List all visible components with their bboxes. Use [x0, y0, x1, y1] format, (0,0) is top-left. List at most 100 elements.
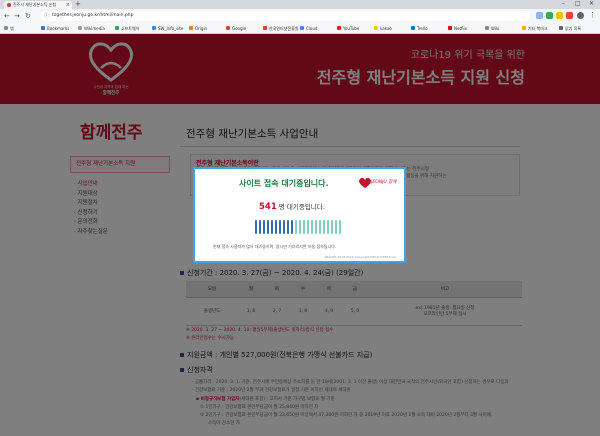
progress-segment: [335, 220, 337, 234]
tab-title: 전주시 재난기본소득 신청: [13, 2, 57, 7]
bookmark-icon: [337, 26, 341, 30]
modal-message: 현재 접속 사용자가 많아 대기중이며, 잠시만 기다리시면 자동 접속됩니다.: [213, 244, 337, 249]
bookmark-icon: [226, 26, 230, 30]
progress-segment: [319, 220, 321, 234]
back-icon[interactable]: ←: [4, 11, 10, 21]
bookmark-label: Wiki: [491, 26, 500, 31]
bookmark-item[interactable]: Cloud: [300, 25, 317, 32]
progress-segment: [279, 220, 281, 234]
reload-icon[interactable]: ↻: [25, 11, 31, 21]
bookmark-item[interactable]: Wikimedia: [78, 25, 105, 32]
bookmark-label: Bookmarks: [47, 26, 70, 31]
new-tab-icon[interactable]: +: [75, 0, 81, 8]
bookmark-icon: [374, 26, 378, 30]
address-url: together.jeonju.go.kr/html/main.php: [52, 13, 134, 18]
bookmark-icon: [152, 26, 156, 30]
progress-segment: [259, 220, 261, 234]
bookmark-label: Trello: [417, 26, 428, 31]
bookmark-icon: [522, 26, 526, 30]
close-window-icon[interactable]: ×: [589, 0, 594, 8]
bookmark-icon: [189, 26, 193, 30]
progress-segment: [339, 220, 341, 234]
progress-segment: [267, 220, 269, 234]
bookmark-item[interactable]: Google: [226, 25, 246, 32]
bookmark-icon: [300, 26, 304, 30]
progress-segment: [263, 220, 265, 234]
bookmark-label: Wikimedia: [84, 26, 105, 31]
waiting-modal: 사이트 접속 대기중입니다. JEONJU 함께 541 명 대기중입니다. 현…: [193, 167, 406, 263]
bookmark-label: 읽기 목록: [565, 26, 581, 31]
bookmark-icon: [559, 26, 563, 30]
profile-avatar-icon[interactable]: [577, 12, 584, 19]
extension-icon[interactable]: [536, 12, 543, 19]
bookmark-label: 앱: [10, 26, 14, 31]
bookmark-label: YouTube: [343, 26, 360, 31]
bookmark-item[interactable]: 소프트웨어: [115, 25, 139, 32]
wait-count: 541: [259, 202, 277, 212]
progress-segment: [327, 220, 329, 234]
bookmark-item[interactable]: Netflix: [448, 25, 467, 32]
progress-segment: [315, 220, 317, 234]
bookmark-icon: [411, 26, 415, 30]
info-icon: ⓘ: [44, 13, 50, 19]
progress-segment: [331, 220, 333, 234]
minimize-icon[interactable]: –: [562, 0, 565, 8]
bookmark-item[interactable]: Wiki: [485, 25, 499, 32]
bookmark-icon: [263, 26, 267, 30]
bookmark-icon: [4, 26, 8, 30]
bookmark-label: Google: [232, 26, 247, 31]
progress-segment: [311, 220, 313, 234]
bookmark-item[interactable]: SW_Info_site: [152, 25, 183, 32]
bookmark-item[interactable]: 한국인터넷진흥원: [263, 25, 298, 32]
tab-close-icon[interactable]: ×: [66, 1, 70, 9]
browser-toolbar: ← → ↻ ⓘ together.jeonju.go.kr/html/main.…: [0, 9, 600, 23]
progress-segment: [299, 220, 301, 234]
bookmark-item[interactable]: kakao: [374, 25, 392, 32]
browser-tab[interactable]: 전주시 재난기본소득 신청 ×: [4, 1, 72, 9]
bookmark-icon: [115, 26, 119, 30]
bookmark-icon: [485, 26, 489, 30]
bookmark-item[interactable]: YouTube: [337, 25, 359, 32]
progress-segment: [295, 220, 297, 234]
bookmark-label: kakao: [380, 26, 392, 31]
wait-status: 541 명 대기중입니다.: [259, 201, 325, 212]
bookmark-item[interactable]: Bookmarks: [41, 25, 69, 32]
progress-segment: [287, 220, 289, 234]
bookmark-icon: [41, 26, 45, 30]
bookmark-label: Origin: [195, 26, 208, 31]
maximize-icon[interactable]: □: [575, 0, 581, 8]
bookmark-icon: [448, 26, 452, 30]
bookmark-item[interactable]: 읽기 목록: [559, 25, 581, 32]
favicon-icon: [7, 3, 11, 7]
modal-copyright: TRACER 2018-2020 Copyright WELLCOMM Corp…: [324, 255, 397, 259]
forward-icon[interactable]: →: [14, 11, 20, 21]
progress-segment: [283, 220, 285, 234]
bookmark-label: Netflix: [454, 26, 468, 31]
bookmarks-bar: 앱 Bookmarks Wikimedia 소프트웨어 SW_Info_site Orig…: [0, 23, 600, 34]
progress-segment: [291, 220, 293, 234]
tab-strip: 전주시 재난기본소득 신청 × + – □ ×: [0, 0, 600, 9]
extension-icon[interactable]: [556, 12, 563, 19]
bookmark-label: Cloud: [306, 26, 318, 31]
extension-icon[interactable]: [546, 12, 553, 19]
extension-icon[interactable]: [566, 12, 573, 19]
browser-chrome: 전주시 재난기본소득 신청 × + – □ × ← → ↻ ⓘ together…: [0, 0, 600, 34]
bookmark-item[interactable]: Trello: [411, 25, 428, 32]
address-bar[interactable]: ⓘ together.jeonju.go.kr/html/main.php: [40, 11, 530, 21]
progress-segment: [275, 220, 277, 234]
menu-kebab-icon[interactable]: ⋮: [589, 10, 596, 20]
progress-segment: [307, 220, 309, 234]
modal-title: 사이트 접속 대기중입니다.: [239, 179, 329, 188]
progress-segment: [271, 220, 273, 234]
queue-progress-bar: [255, 220, 345, 234]
bookmark-label: 한국인터넷진흥원: [269, 26, 299, 31]
bookmark-label: 소프트웨어: [121, 26, 140, 31]
bookmark-item[interactable]: 앱: [4, 25, 14, 32]
progress-segment: [255, 220, 257, 234]
progress-segment: [323, 220, 325, 234]
bookmark-label: SW_Info_site: [158, 26, 184, 31]
wait-suffix: 명 대기중입니다.: [278, 203, 325, 211]
bookmark-icon: [78, 26, 82, 30]
bookmark-item[interactable]: 기타 북마크: [522, 25, 548, 32]
bookmark-item[interactable]: Origin: [189, 25, 207, 32]
